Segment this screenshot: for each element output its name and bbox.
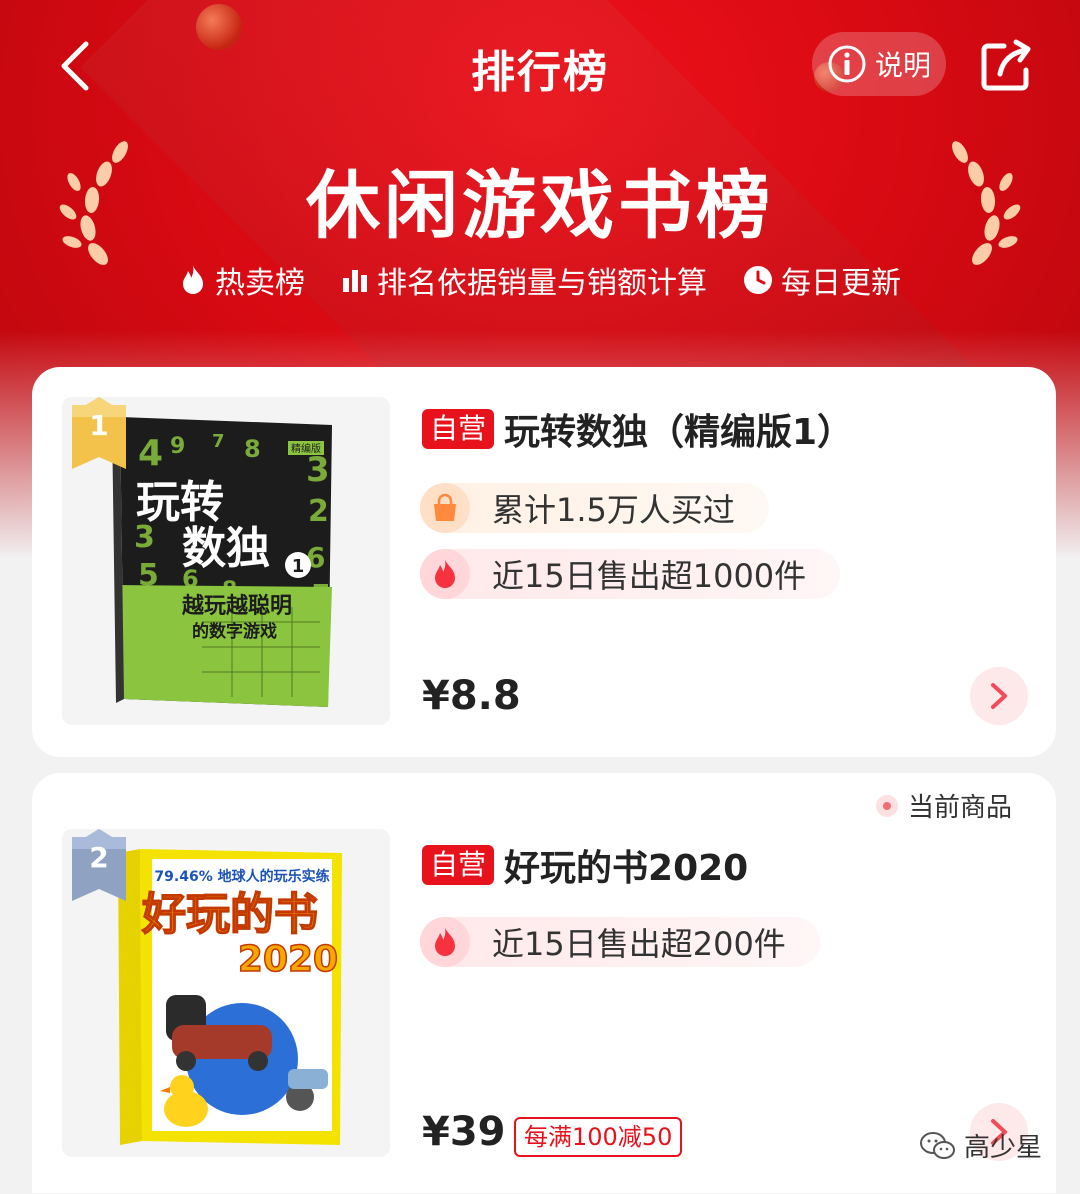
svg-text:7: 7: [212, 431, 225, 452]
info-icon: [828, 45, 866, 83]
product-price: ¥8.8: [422, 673, 521, 719]
info-basis-label: 排名依据销量与销额计算: [377, 266, 707, 301]
shopping-bag-icon: [420, 483, 470, 533]
watermark-text: 高少星: [963, 1133, 1042, 1163]
bar-chart-icon: [343, 270, 367, 292]
flame-icon: [420, 917, 470, 967]
cover-top-text: 79.46% 地球人的玩乐实练: [154, 868, 329, 885]
cover-subtitle-1: 越玩越聪明: [181, 593, 292, 619]
product-title-row[interactable]: 自营 好玩的书2020: [422, 839, 748, 891]
rank-number: 2: [89, 841, 109, 874]
info-basis: 排名依据销量与销额计算: [341, 258, 707, 302]
cover-title-1: 玩转: [136, 477, 224, 528]
product-card-2[interactable]: 当前商品 79.46% 地球人的玩乐实练 好玩的书 2020 2 自营 好玩的书…: [32, 773, 1056, 1193]
rank-badge-silver: 2: [72, 829, 126, 901]
explain-button[interactable]: 说明: [812, 32, 946, 96]
current-dot-icon: [875, 794, 898, 817]
flame-icon: [183, 265, 203, 294]
svg-text:8: 8: [244, 435, 261, 463]
svg-text:3: 3: [306, 450, 330, 490]
rank-number: 1: [89, 409, 109, 442]
flame-icon: [420, 549, 470, 599]
self-operated-tag: 自营: [422, 845, 495, 885]
ranking-info-bar: 热卖榜 排名依据销量与销额计算 每日更新: [0, 258, 1080, 302]
info-hot: 热卖榜: [179, 258, 305, 302]
top-bar: 排行榜 说明: [0, 0, 1080, 130]
rank-badge-gold: 1: [72, 397, 126, 469]
promotion-tag[interactable]: 每满100减50: [514, 1117, 683, 1157]
bought-count-text: 累计1.5万人买过: [492, 491, 735, 529]
cover-edition: 精编版: [291, 442, 321, 455]
product-title-row[interactable]: 自营 玩转数独（精编版1）: [422, 403, 853, 455]
sales-pill: 近15日售出超200件: [420, 917, 820, 967]
wechat-watermark: 高少星: [919, 1127, 1042, 1164]
sales-pill: 近15日售出超1000件: [420, 549, 841, 599]
svg-text:2: 2: [308, 494, 329, 529]
explain-label: 说明: [874, 49, 931, 82]
share-icon[interactable]: [976, 36, 1036, 96]
cover-volume: 1: [292, 556, 305, 577]
current-item-indicator: 当前商品: [875, 787, 1012, 824]
self-operated-tag: 自营: [422, 409, 495, 449]
wechat-icon: [919, 1131, 955, 1159]
sales-text: 近15日售出超200件: [492, 925, 786, 963]
product-detail-button[interactable]: [970, 667, 1028, 725]
bought-count-pill: 累计1.5万人买过: [420, 483, 769, 533]
svg-text:7: 7: [312, 580, 330, 610]
product-price: ¥39: [422, 1109, 506, 1155]
product-title[interactable]: 玩转数独（精编版1）: [504, 403, 853, 455]
clock-icon: [744, 266, 772, 294]
svg-text:9: 9: [170, 434, 185, 459]
sales-text: 近15日售出超1000件: [492, 557, 807, 595]
svg-text:5: 5: [138, 558, 159, 593]
ranking-title: 休闲游戏书榜: [306, 163, 774, 249]
cover-title: 好玩的书: [141, 889, 318, 940]
chevron-right-icon: [991, 683, 1007, 709]
cover-subtitle-2: 的数字游戏: [192, 621, 277, 642]
current-item-label: 当前商品: [907, 793, 1012, 823]
info-hot-label: 热卖榜: [215, 266, 305, 301]
product-card-1[interactable]: 49 78 32 35 66 87 玩转 数独 精编版 1 越玩越聪明 的数字游…: [32, 367, 1056, 757]
svg-text:4: 4: [138, 433, 163, 474]
info-update-label: 每日更新: [781, 266, 901, 301]
info-update: 每日更新: [743, 258, 901, 302]
cover-year: 2020: [238, 939, 338, 980]
cover-title-2: 数独: [182, 523, 270, 574]
product-title[interactable]: 好玩的书2020: [504, 839, 748, 891]
